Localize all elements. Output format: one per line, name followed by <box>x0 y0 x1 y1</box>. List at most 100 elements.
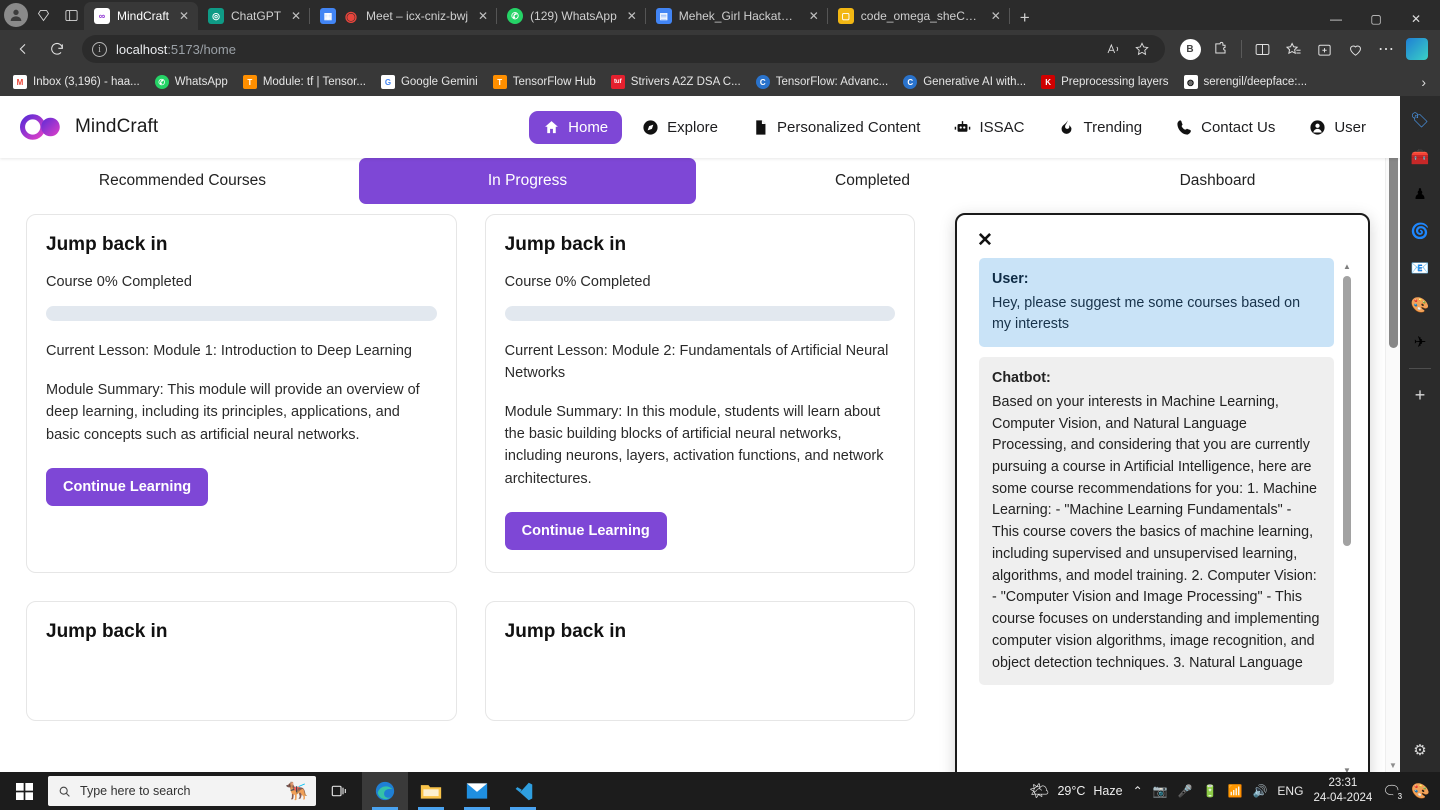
weather-widget[interactable]: 🌤 29°C Haze <box>1029 781 1122 801</box>
close-window-button[interactable]: ✕ <box>1396 12 1436 26</box>
nav-item-home[interactable]: Home <box>529 110 623 144</box>
browser-tab[interactable]: ▦ ◉ Meet – icx-cniz-bwj ✕ <box>310 2 498 30</box>
outlook-icon[interactable]: 📧 <box>1406 254 1434 282</box>
brand[interactable]: MindCraft <box>20 112 158 142</box>
site-info-icon[interactable]: i <box>92 41 107 57</box>
more-options-icon[interactable]: ⋯ <box>1371 34 1401 64</box>
browser-tab[interactable]: ✆ (129) WhatsApp ✕ <box>497 2 646 30</box>
tab-actions-icon[interactable] <box>30 3 56 27</box>
tab-close-icon[interactable]: ✕ <box>288 10 304 22</box>
nav-item-issac[interactable]: ISSAC <box>940 111 1038 144</box>
telegram-icon[interactable]: ✈ <box>1406 328 1434 356</box>
profile-avatar-icon[interactable] <box>4 3 28 27</box>
start-icon[interactable] <box>0 782 48 800</box>
nav-item-personalized-content[interactable]: Personalized Content <box>738 111 934 144</box>
battery-icon[interactable]: 🔋 <box>1203 784 1218 798</box>
tab-close-icon[interactable]: ✕ <box>624 10 640 22</box>
vertical-tabs-icon[interactable] <box>58 3 84 27</box>
browser-essentials-icon[interactable] <box>1340 34 1370 64</box>
bookmark-item[interactable]: G Google Gemini <box>374 72 485 92</box>
nav-item-user[interactable]: User <box>1295 111 1380 144</box>
bookmark-item[interactable]: C TensorFlow: Advanc... <box>749 72 896 92</box>
edge-drop-icon[interactable]: 🌀 <box>1406 217 1434 245</box>
chat-scrollbar-thumb[interactable] <box>1343 276 1351 546</box>
read-aloud-icon[interactable] <box>1101 36 1127 62</box>
bookmark-item[interactable]: T TensorFlow Hub <box>486 72 603 92</box>
browser-tab[interactable]: ◎ ChatGPT ✕ <box>198 2 311 30</box>
task-view-icon[interactable] <box>316 783 362 799</box>
user-icon <box>1310 119 1325 135</box>
split-screen-icon[interactable] <box>1247 34 1277 64</box>
browser-tab[interactable]: ▢ code_omega_sheCodes.p ✕ <box>828 2 1010 30</box>
tab-completed[interactable]: Completed <box>704 158 1041 204</box>
tab-recommended-courses[interactable]: Recommended Courses <box>14 158 351 204</box>
url-input[interactable]: i localhost:5173/home <box>82 35 1165 63</box>
chat-message-user: User: Hey, please suggest me some course… <box>979 258 1334 348</box>
minimize-button[interactable]: — <box>1316 12 1356 26</box>
nav-item-explore[interactable]: Explore <box>628 111 732 144</box>
new-tab-button[interactable]: + <box>1010 9 1040 30</box>
settings-gear-icon[interactable]: ⚙ <box>1406 736 1434 764</box>
tab-close-icon[interactable]: ✕ <box>176 10 192 22</box>
taskbar-app-edge[interactable] <box>362 772 408 810</box>
extensions-icon[interactable] <box>1206 34 1236 64</box>
maximize-button[interactable]: ▢ <box>1356 12 1396 26</box>
bookmark-item[interactable]: tuf Strivers A2Z DSA C... <box>604 72 748 92</box>
course-card: Jump back in <box>26 601 457 722</box>
tab-close-icon[interactable]: ✕ <box>988 10 1004 22</box>
profile-b-icon[interactable]: B <box>1175 34 1205 64</box>
back-button[interactable] <box>8 34 38 64</box>
volume-icon[interactable]: 🔊 <box>1252 784 1267 798</box>
meet-record-icon: ◉ <box>344 7 358 24</box>
tab-dashboard[interactable]: Dashboard <box>1049 158 1386 204</box>
taskbar-app-file-explorer[interactable] <box>408 772 454 810</box>
scroll-down-icon[interactable]: ▼ <box>1386 758 1400 772</box>
paint-app-icon[interactable]: 🎨 <box>1411 782 1430 800</box>
bookmarks-overflow-icon[interactable]: › <box>1413 74 1434 90</box>
add-sidebar-app-button[interactable]: + <box>1406 381 1434 409</box>
microphone-icon[interactable]: 🎤 <box>1178 784 1193 798</box>
browser-tab[interactable]: ∞ MindCraft ✕ <box>84 2 199 30</box>
taskbar-search-input[interactable]: Type here to search 🐕‍🦺 <box>48 776 316 806</box>
taskbar-clock[interactable]: 23:31 24-04-2024 <box>1313 776 1372 806</box>
favorite-star-icon[interactable] <box>1129 36 1155 62</box>
continue-learning-button[interactable]: Continue Learning <box>504 512 667 551</box>
continue-learning-button[interactable]: Continue Learning <box>46 468 209 507</box>
shopping-tag-icon[interactable]: 🏷 <box>1406 106 1434 134</box>
language-indicator[interactable]: ENG <box>1277 784 1303 798</box>
card-module-summary: Module Summary: This module will provide… <box>46 381 420 443</box>
nav-item-contact-us[interactable]: Contact Us <box>1162 111 1289 144</box>
wifi-icon[interactable]: 📶 <box>1228 784 1243 798</box>
tab-in-progress[interactable]: In Progress <box>359 158 696 204</box>
collections-icon[interactable] <box>1309 34 1339 64</box>
notification-center-button[interactable]: 🗨 3 <box>1382 782 1407 803</box>
chatbot-close-button[interactable]: ✕ <box>957 215 1003 258</box>
bookmark-item[interactable]: C Generative AI with... <box>896 72 1033 92</box>
reload-button[interactable] <box>42 34 72 64</box>
tools-icon[interactable]: 🧰 <box>1406 143 1434 171</box>
designer-icon[interactable]: 🎨 <box>1406 291 1434 319</box>
chat-scroll-up-icon[interactable]: ▲ <box>1340 262 1354 271</box>
nav-item-trending[interactable]: Trending <box>1044 111 1156 144</box>
copilot-icon[interactable] <box>1402 34 1432 64</box>
games-icon[interactable]: ♟ <box>1406 180 1434 208</box>
chatbot-scrollbar[interactable]: ▲ ▼ <box>1340 262 1354 772</box>
browser-tab[interactable]: ▤ Mehek_Girl Hackathon_2 ✕ <box>646 2 828 30</box>
page-scrollbar[interactable]: ▲ ▼ <box>1385 96 1400 772</box>
bookmark-label: Inbox (3,196) - haa... <box>33 76 140 88</box>
tab-close-icon[interactable]: ✕ <box>475 10 491 22</box>
bookmark-item[interactable]: ✆ WhatsApp <box>148 72 235 92</box>
taskbar-app-mail[interactable] <box>454 772 500 810</box>
camera-icon[interactable]: 📷 <box>1153 784 1168 798</box>
tab-close-icon[interactable]: ✕ <box>806 10 822 22</box>
taskbar-app-vscode[interactable] <box>500 772 546 810</box>
bookmark-item[interactable]: ◍ serengil/deepface:... <box>1177 72 1315 92</box>
chevron-up-icon[interactable]: ⌃ <box>1133 784 1143 798</box>
tab-title: ChatGPT <box>231 9 282 23</box>
bookmark-item[interactable]: K Preprocessing layers <box>1034 72 1175 92</box>
tab-title: Mehek_Girl Hackathon_2 <box>678 9 799 23</box>
bookmark-item[interactable]: M Inbox (3,196) - haa... <box>6 72 147 92</box>
bookmark-item[interactable]: T Module: tf | Tensor... <box>236 72 373 92</box>
favorites-list-icon[interactable] <box>1278 34 1308 64</box>
course-card: Jump back in <box>484 601 916 722</box>
